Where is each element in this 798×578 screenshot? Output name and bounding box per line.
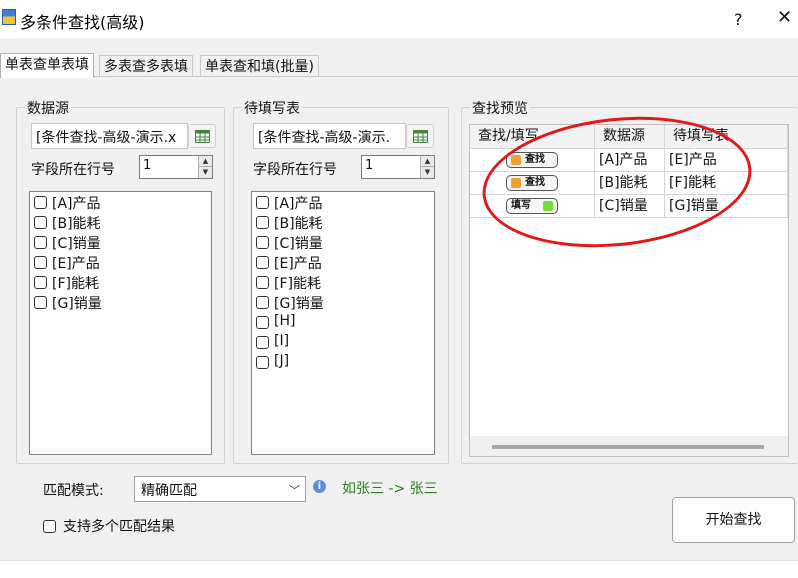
start-search-button[interactable]: 开始查找	[672, 497, 795, 543]
source-sheet-picker-button[interactable]	[188, 124, 216, 148]
column-header-target[interactable]: 待填写表	[665, 125, 788, 149]
tab-multi-multi[interactable]: 多表查多表填	[99, 55, 193, 77]
table-cell[interactable]: [E]产品	[665, 149, 788, 172]
checkbox[interactable]	[34, 296, 47, 309]
stepper-up-icon[interactable]: ▲	[420, 156, 434, 167]
table-grid-icon	[413, 130, 428, 143]
table-row[interactable]: 填写	[470, 195, 595, 218]
tab-strip: 单表查单表填 多表查多表填 单表查和填(批量)	[0, 53, 798, 78]
checkbox[interactable]	[256, 236, 269, 249]
mode-badge: 查找	[506, 152, 558, 168]
tab-divider	[0, 76, 798, 77]
preview-group-title: 查找预览	[470, 98, 530, 118]
target-sheet-picker-button[interactable]	[406, 124, 434, 148]
tab-single-single[interactable]: 单表查单表填	[0, 53, 94, 78]
target-row-value: 1	[365, 158, 374, 173]
source-sheet-combo[interactable]: [条件查找-高级-演示.x	[31, 123, 188, 149]
mode-badge: 查找	[506, 175, 558, 191]
target-row-stepper[interactable]: 1 ▲ ▼	[361, 155, 435, 179]
chevron-down-icon: ﹀	[289, 484, 300, 497]
help-button[interactable]: ?	[734, 10, 743, 29]
stepper-down-icon[interactable]: ▼	[420, 167, 434, 178]
checkbox[interactable]	[34, 276, 47, 289]
checkbox[interactable]	[43, 520, 56, 533]
source-sheet-value: [条件查找-高级-演示.x	[36, 130, 177, 146]
app-icon	[2, 9, 16, 25]
table-row[interactable]: 查找	[470, 149, 595, 172]
checkbox[interactable]	[34, 196, 47, 209]
checkbox[interactable]	[256, 316, 269, 329]
preview-grid: 查找/填写 数据源 待填写表 查找 [A]产品 [E]产品 查找 [B]能耗 […	[469, 124, 789, 457]
horizontal-scrollbar[interactable]	[470, 436, 788, 456]
bottom-strip	[0, 560, 798, 578]
match-mode-select[interactable]: 精确匹配 ﹀	[134, 476, 306, 502]
match-mode-label: 匹配模式:	[43, 483, 104, 499]
multi-result-label: 支持多个匹配结果	[63, 519, 175, 535]
column-header-mode[interactable]: 查找/填写	[470, 125, 595, 149]
source-row-stepper[interactable]: 1 ▲ ▼	[139, 155, 213, 179]
checkbox[interactable]	[256, 356, 269, 369]
source-row-value: 1	[143, 158, 152, 173]
target-row-label: 字段所在行号	[253, 162, 337, 178]
table-grid-icon	[195, 130, 210, 143]
info-icon[interactable]: i	[313, 480, 326, 493]
close-icon[interactable]: ✕	[777, 7, 792, 28]
title-bar: 多条件查找(高级) ? ✕	[0, 0, 798, 38]
checkbox[interactable]	[256, 296, 269, 309]
target-group-title: 待填写表	[242, 98, 302, 118]
checkbox[interactable]	[256, 256, 269, 269]
table-cell[interactable]: [F]能耗	[665, 172, 788, 195]
checkbox[interactable]	[256, 336, 269, 349]
source-row-label: 字段所在行号	[31, 162, 115, 178]
mode-color-icon	[511, 155, 521, 165]
table-cell[interactable]: [B]能耗	[595, 172, 665, 195]
checkbox[interactable]	[34, 256, 47, 269]
stepper-down-icon[interactable]: ▼	[198, 167, 212, 178]
table-cell[interactable]: [C]销量	[595, 195, 665, 218]
source-field-list: [A]产品 [B]能耗 [C]销量 [E]产品 [F]能耗 [G]销量	[29, 191, 212, 455]
stepper-up-icon[interactable]: ▲	[198, 156, 212, 167]
checkbox[interactable]	[256, 216, 269, 229]
checkbox[interactable]	[34, 236, 47, 249]
mode-color-icon	[511, 178, 521, 188]
source-group-title: 数据源	[25, 98, 71, 118]
mode-badge: 填写	[506, 198, 558, 214]
table-cell[interactable]: [G]销量	[665, 195, 788, 218]
match-mode-value: 精确匹配	[141, 483, 197, 499]
match-example: 如张三 -> 张三	[342, 481, 438, 497]
tab-single-batch[interactable]: 单表查和填(批量)	[200, 55, 319, 77]
table-row[interactable]: 查找	[470, 172, 595, 195]
checkbox[interactable]	[256, 276, 269, 289]
checkbox[interactable]	[34, 216, 47, 229]
window-title: 多条件查找(高级)	[20, 13, 145, 32]
column-header-source[interactable]: 数据源	[595, 125, 665, 149]
target-sheet-value: [条件查找-高级-演示.	[258, 130, 391, 146]
checkbox[interactable]	[256, 196, 269, 209]
scrollbar-thumb[interactable]	[492, 445, 764, 449]
table-cell[interactable]: [A]产品	[595, 149, 665, 172]
target-sheet-combo[interactable]: [条件查找-高级-演示.	[253, 123, 406, 149]
mode-color-icon	[543, 201, 553, 211]
target-field-list: [A]产品 [B]能耗 [C]销量 [E]产品 [F]能耗 [G]销量 [H] …	[251, 191, 435, 455]
